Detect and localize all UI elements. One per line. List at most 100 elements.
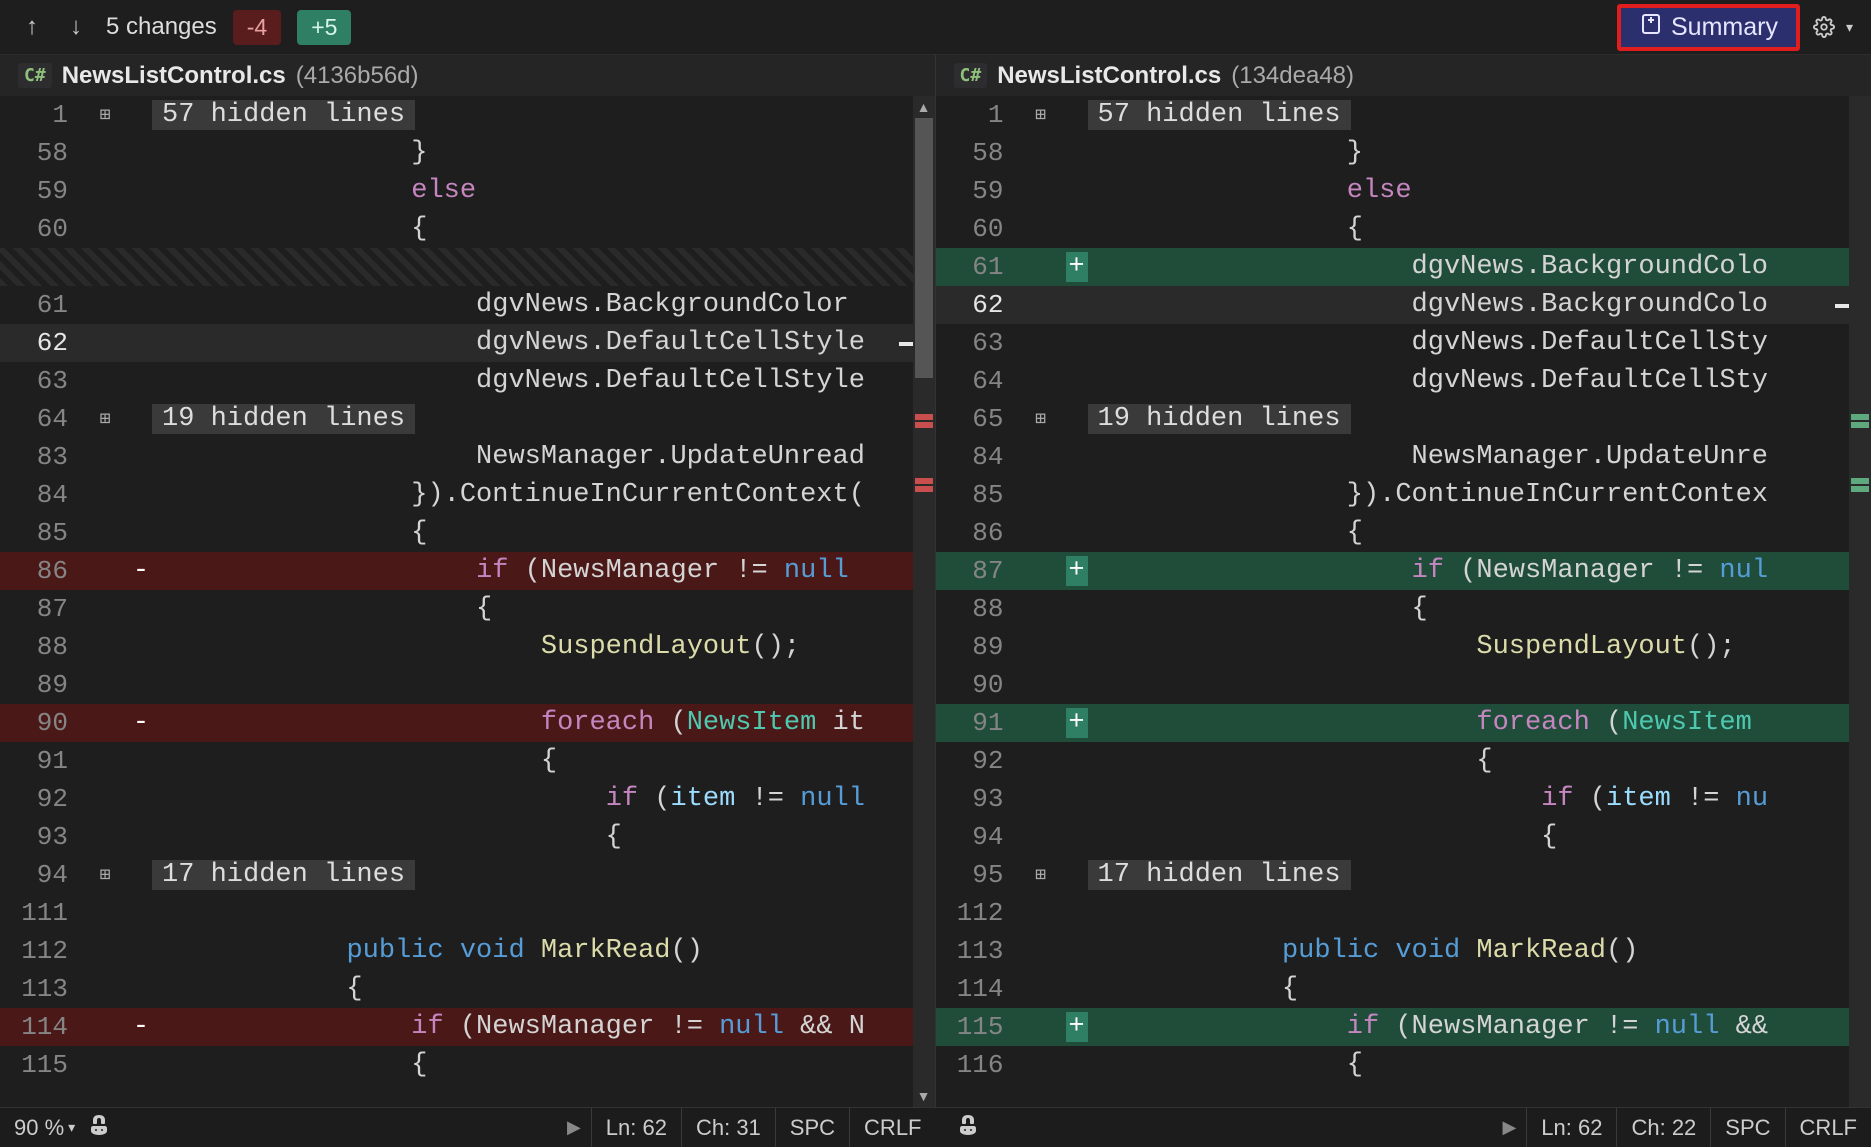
code-line[interactable]: 91 { <box>0 742 935 780</box>
code-line[interactable]: 94⊞17 hidden lines <box>0 856 935 894</box>
fold-gutter[interactable]: ⊞ <box>1016 408 1066 430</box>
zoom-dropdown-caret[interactable]: ▾ <box>68 1119 75 1136</box>
code-line[interactable]: 83 NewsManager.UpdateUnread <box>0 438 935 476</box>
code-line[interactable]: 93 if (item != nu <box>936 780 1871 818</box>
left-char-indicator[interactable]: Ch: 31 <box>681 1108 775 1147</box>
code-line[interactable]: 61+ dgvNews.BackgroundColo <box>936 248 1871 286</box>
code-line[interactable]: 114- if (NewsManager != null && N <box>0 1008 935 1046</box>
code-line[interactable]: 90 <box>936 666 1871 704</box>
code-line[interactable]: 88 SuspendLayout(); <box>0 628 935 666</box>
code-line[interactable]: 84 }).ContinueInCurrentContext( <box>0 476 935 514</box>
code-line[interactable]: 89 SuspendLayout(); <box>936 628 1871 666</box>
expand-icon[interactable]: ⊞ <box>1035 408 1046 430</box>
prev-change-button[interactable]: ↑ <box>18 13 46 41</box>
current-line-marker <box>899 342 913 346</box>
next-change-button[interactable]: ↓ <box>62 13 90 41</box>
code-line[interactable]: 62 dgvNews.BackgroundColo <box>936 286 1871 324</box>
code-line[interactable]: 60 { <box>0 210 935 248</box>
code-line[interactable]: 89 <box>0 666 935 704</box>
right-code-area[interactable]: 1⊞57 hidden lines58 }59 else60 {61+ dgvN… <box>936 96 1871 1107</box>
settings-dropdown-caret[interactable]: ▾ <box>1846 19 1853 36</box>
fold-gutter[interactable]: ⊞ <box>80 104 130 126</box>
code-line[interactable]: 86 { <box>936 514 1871 552</box>
toolbar: ↑ ↓ 5 changes -4 +5 Summary ▾ <box>0 0 1871 54</box>
code-line[interactable]: 112 public void MarkRead() <box>0 932 935 970</box>
right-eol-mode[interactable]: CRLF <box>1785 1108 1871 1147</box>
code-line[interactable]: 1⊞57 hidden lines <box>936 96 1871 134</box>
horiz-scroll-right[interactable]: ▶ <box>557 1117 591 1138</box>
line-number: 61 <box>0 290 80 320</box>
right-pane: 1⊞57 hidden lines58 }59 else60 {61+ dgvN… <box>936 96 1871 1107</box>
code-line[interactable]: 62 dgvNews.DefaultCellStyle <box>0 324 935 362</box>
code-line[interactable]: 61 dgvNews.BackgroundColor <box>0 286 935 324</box>
left-indent-mode[interactable]: SPC <box>775 1108 849 1147</box>
right-char-indicator[interactable]: Ch: 22 <box>1616 1108 1710 1147</box>
code-line[interactable] <box>0 248 935 286</box>
code-line[interactable]: 64⊞19 hidden lines <box>0 400 935 438</box>
code-line[interactable]: 86- if (NewsManager != null <box>0 552 935 590</box>
code-line[interactable]: 92 { <box>936 742 1871 780</box>
right-line-indicator[interactable]: Ln: 62 <box>1526 1108 1616 1147</box>
settings-button[interactable] <box>1810 13 1838 41</box>
copilot-icon[interactable] <box>81 1113 117 1143</box>
code-line[interactable]: 93 { <box>0 818 935 856</box>
code-line[interactable]: 95⊞17 hidden lines <box>936 856 1871 894</box>
expand-icon[interactable]: ⊞ <box>1035 864 1046 886</box>
code-line[interactable]: 59 else <box>936 172 1871 210</box>
code-line[interactable]: 63 dgvNews.DefaultCellStyle <box>0 362 935 400</box>
expand-icon[interactable]: ⊞ <box>100 104 111 126</box>
zoom-level[interactable]: 90 % <box>14 1115 64 1141</box>
code-text: public void MarkRead() <box>152 936 935 966</box>
changes-count: 5 changes <box>106 13 217 41</box>
code-line[interactable]: 60 { <box>936 210 1871 248</box>
copilot-icon[interactable] <box>950 1113 986 1143</box>
left-scrollbar[interactable]: ▲ ▼ <box>913 96 935 1107</box>
code-line[interactable]: 63 dgvNews.DefaultCellSty <box>936 324 1871 362</box>
left-eol-mode[interactable]: CRLF <box>849 1108 935 1147</box>
right-indent-mode[interactable]: SPC <box>1710 1108 1784 1147</box>
code-line[interactable]: 115 { <box>0 1046 935 1084</box>
code-line[interactable]: 113 { <box>0 970 935 1008</box>
code-line[interactable]: 65⊞19 hidden lines <box>936 400 1871 438</box>
code-line[interactable]: 113 public void MarkRead() <box>936 932 1871 970</box>
line-number: 92 <box>936 746 1016 776</box>
left-line-indicator[interactable]: Ln: 62 <box>591 1108 681 1147</box>
scroll-up-arrow[interactable]: ▲ <box>913 96 935 118</box>
code-line[interactable]: 91+ foreach (NewsItem <box>936 704 1871 742</box>
code-line[interactable]: 90- foreach (NewsItem it <box>0 704 935 742</box>
expand-icon[interactable]: ⊞ <box>100 408 111 430</box>
scroll-down-arrow[interactable]: ▼ <box>913 1085 935 1107</box>
code-line[interactable]: 87 { <box>0 590 935 628</box>
code-line[interactable]: 112 <box>936 894 1871 932</box>
scroll-thumb[interactable] <box>915 118 933 378</box>
code-line[interactable]: 85 { <box>0 514 935 552</box>
code-line[interactable]: 116 { <box>936 1046 1871 1084</box>
code-line[interactable]: 59 else <box>0 172 935 210</box>
summary-button[interactable]: Summary <box>1617 4 1800 51</box>
code-line[interactable]: 58 } <box>0 134 935 172</box>
code-line[interactable]: 87+ if (NewsManager != nul <box>936 552 1871 590</box>
code-text: dgvNews.DefaultCellSty <box>1088 366 1871 396</box>
fold-gutter[interactable]: ⊞ <box>1016 104 1066 126</box>
code-line[interactable]: 58 } <box>936 134 1871 172</box>
left-code-area[interactable]: 1⊞57 hidden lines58 }59 else60 { 61 dgvNe… <box>0 96 935 1107</box>
code-line[interactable]: 115+ if (NewsManager != null && <box>936 1008 1871 1046</box>
code-line[interactable]: 1⊞57 hidden lines <box>0 96 935 134</box>
code-line[interactable]: 114 { <box>936 970 1871 1008</box>
right-scrollbar[interactable] <box>1849 96 1871 1107</box>
code-line[interactable]: 88 { <box>936 590 1871 628</box>
horiz-scroll-right[interactable]: ▶ <box>1492 1117 1526 1138</box>
code-line[interactable]: 85 }).ContinueInCurrentContex <box>936 476 1871 514</box>
line-number: 112 <box>0 936 80 966</box>
code-line[interactable]: 111 <box>0 894 935 932</box>
fold-gutter[interactable]: ⊞ <box>80 408 130 430</box>
code-line[interactable]: 64 dgvNews.DefaultCellSty <box>936 362 1871 400</box>
diff-mark <box>1851 478 1869 484</box>
code-line[interactable]: 94 { <box>936 818 1871 856</box>
expand-icon[interactable]: ⊞ <box>1035 104 1046 126</box>
code-line[interactable]: 92 if (item != null <box>0 780 935 818</box>
fold-gutter[interactable]: ⊞ <box>1016 864 1066 886</box>
code-line[interactable]: 84 NewsManager.UpdateUnre <box>936 438 1871 476</box>
fold-gutter[interactable]: ⊞ <box>80 864 130 886</box>
expand-icon[interactable]: ⊞ <box>100 864 111 886</box>
